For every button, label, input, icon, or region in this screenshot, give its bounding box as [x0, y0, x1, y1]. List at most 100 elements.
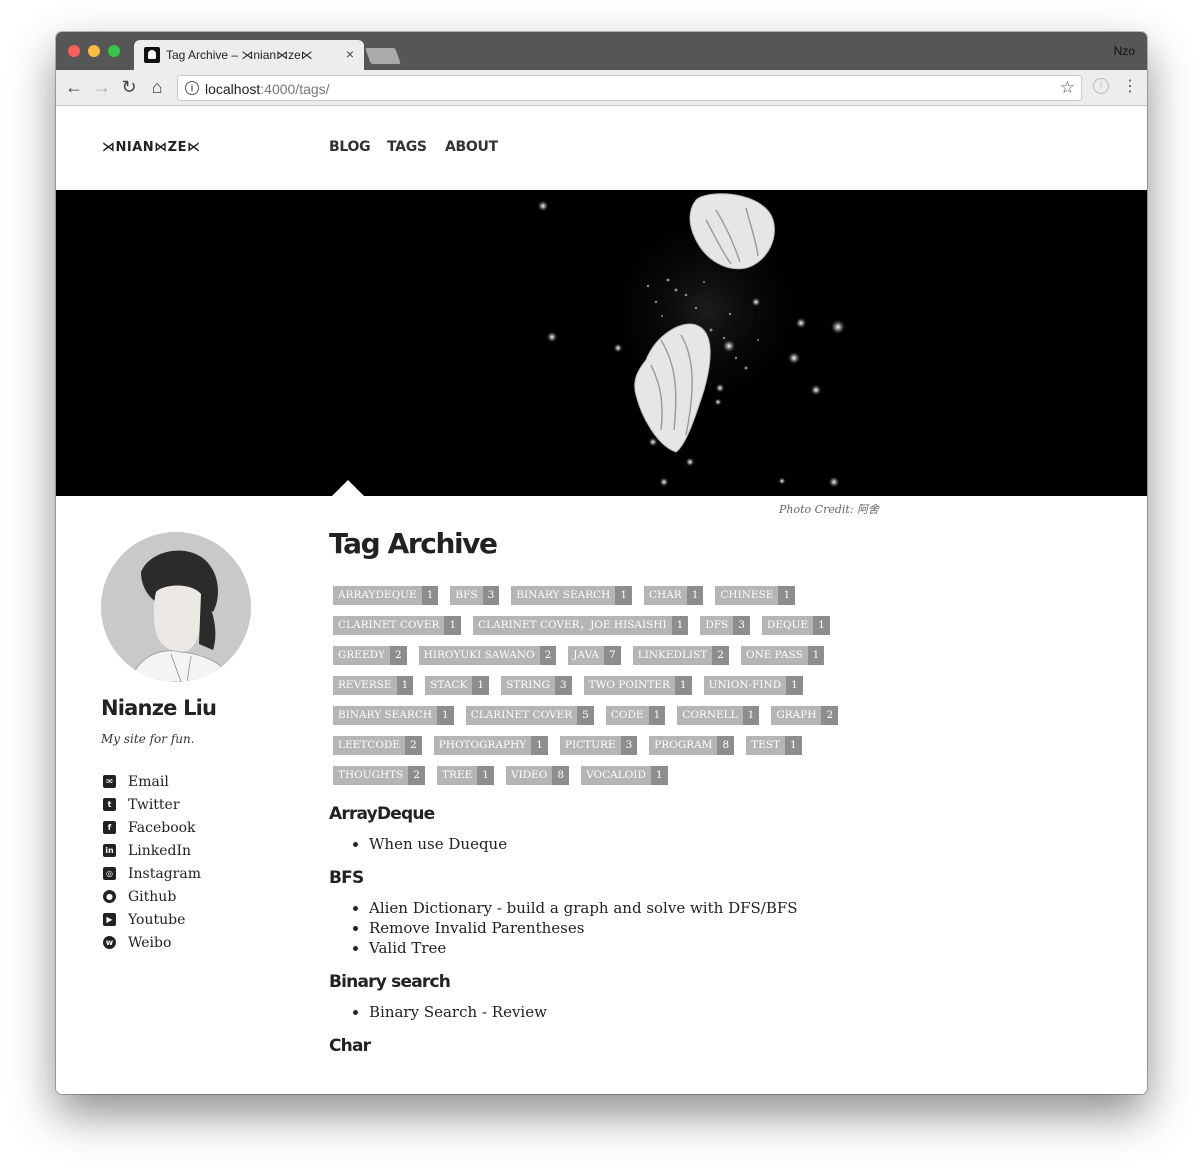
tag-link[interactable]: Greedy 2: [333, 646, 407, 665]
tag-link[interactable]: leetcode 2: [333, 736, 422, 755]
info-icon[interactable]: i: [185, 81, 199, 95]
nav-blog-link[interactable]: BLOG: [329, 139, 371, 155]
extension-icon[interactable]: i: [1093, 78, 1109, 94]
tag-link[interactable]: Java 7: [568, 646, 621, 665]
site-title-link[interactable]: ⋊NIAN⋈ZE⋉: [102, 140, 200, 155]
social-link-linkedin[interactable]: in LinkedIn: [103, 839, 201, 862]
tag-count-badge: 8: [552, 766, 570, 785]
tag-link[interactable]: Clarinet cover，Joe Hisaishi 1: [473, 616, 689, 635]
url-text[interactable]: localhost:4000/tags/: [205, 81, 330, 97]
tag-link[interactable]: thoughts 2: [333, 766, 426, 785]
close-tab-icon[interactable]: ×: [346, 46, 354, 62]
tag-link[interactable]: ArrayDeque 1: [333, 586, 439, 605]
address-bar[interactable]: i localhost:4000/tags/ ☆: [177, 75, 1082, 101]
hero-notch: [332, 480, 364, 496]
social-link-instagram[interactable]: ◎ Instagram: [103, 862, 201, 885]
tag-count-badge: 1: [396, 676, 414, 695]
favicon-icon: [144, 47, 160, 63]
tag-link[interactable]: One pass 1: [740, 646, 825, 665]
author-name: Nianze Liu: [101, 696, 217, 720]
social-link-email[interactable]: ✉ Email: [103, 770, 201, 793]
tag-count-badge: 2: [408, 766, 426, 785]
nav-about-link[interactable]: ABOUT: [445, 139, 498, 155]
menu-icon[interactable]: ⋮: [1122, 77, 1138, 97]
tag-link[interactable]: vocaloid 1: [581, 766, 668, 785]
tag-link[interactable]: Clarinet cover 1: [333, 616, 462, 635]
tag-link[interactable]: BFS 3: [450, 586, 500, 605]
tag-link[interactable]: picture 3: [559, 736, 638, 755]
post-link[interactable]: Remove Invalid Parentheses: [369, 918, 889, 938]
tag-name: ArrayDeque: [333, 586, 422, 605]
tag-count-badge: 1: [421, 586, 439, 605]
tag-link[interactable]: Union-Find 1: [703, 676, 803, 695]
social-links: ✉ Email t Twitter f Facebook in LinkedIn ◎ In…: [103, 770, 201, 954]
tag-name: Clarinet cover，Joe Hisaishi: [473, 616, 672, 635]
tag-count-badge: 1: [477, 766, 494, 785]
post-link[interactable]: Alien Dictionary - build a graph and sol…: [369, 898, 889, 918]
tag-name: binary search: [333, 706, 438, 725]
profile-name[interactable]: Nzo: [1114, 44, 1135, 58]
tag-count-badge: 8: [717, 736, 735, 755]
tag-link[interactable]: Two Pointer 1: [583, 676, 692, 695]
tag-name: Reverse: [333, 676, 397, 695]
tag-count-badge: 1: [615, 586, 632, 605]
social-link-github[interactable]: ● Github: [103, 885, 201, 908]
post-list: Binary Search - Review: [369, 1002, 889, 1022]
tab-title: Tag Archive – ⋊nian⋈ze⋉: [166, 48, 313, 62]
zoom-window-button[interactable]: [108, 45, 120, 57]
tag-name: test: [746, 736, 786, 755]
tag-link[interactable]: String 3: [501, 676, 572, 695]
social-link-youtube[interactable]: ▶ Youtube: [103, 908, 201, 931]
minimize-window-button[interactable]: [88, 45, 100, 57]
tag-name: String: [501, 676, 555, 695]
tag-link[interactable]: graph 2: [771, 706, 839, 725]
tag-link[interactable]: LinkedList 2: [632, 646, 729, 665]
home-icon[interactable]: ⌂: [146, 76, 168, 98]
tag-link[interactable]: photography 1: [433, 736, 548, 755]
post-link[interactable]: When use Dueque: [369, 834, 889, 854]
new-tab-button[interactable]: [365, 48, 401, 64]
section-heading: ArrayDeque: [329, 804, 435, 824]
tag-link[interactable]: Char 1: [644, 586, 704, 605]
tag-name: thoughts: [333, 766, 409, 785]
forward-arrow-icon[interactable]: →: [91, 76, 113, 98]
tag-name: DFS: [700, 616, 734, 635]
star-icon[interactable]: ☆: [1060, 78, 1075, 98]
tag-link[interactable]: program 8: [649, 736, 735, 755]
tag-link[interactable]: Deque 1: [761, 616, 830, 635]
author-bio: My site for fun.: [101, 732, 195, 746]
back-arrow-icon[interactable]: ←: [63, 76, 85, 98]
tag-count-badge: 1: [742, 706, 760, 725]
tag-link[interactable]: Stack 1: [425, 676, 490, 695]
tag-link[interactable]: Chinese 1: [715, 586, 796, 605]
post-link[interactable]: Binary Search - Review: [369, 1002, 889, 1022]
tag-link[interactable]: DFS 3: [700, 616, 750, 635]
reload-icon[interactable]: ↻: [118, 76, 140, 98]
tag-link[interactable]: Reverse 1: [333, 676, 414, 695]
tag-cloud: ArrayDeque 1 BFS 3 Binary search 1 Char 1 Chines…: [329, 586, 869, 796]
tag-link[interactable]: Binary search 1: [511, 586, 632, 605]
social-link-weibo[interactable]: w Weibo: [103, 931, 201, 954]
tag-count-badge: 1: [686, 586, 704, 605]
tag-link[interactable]: Hiroyuki Sawano 2: [418, 646, 557, 665]
instagram-icon: ◎: [103, 867, 116, 880]
envelope-icon: ✉: [103, 775, 116, 788]
tag-link[interactable]: test 1: [746, 736, 802, 755]
close-window-button[interactable]: [68, 45, 80, 57]
facebook-icon: f: [103, 821, 116, 834]
post-link[interactable]: Valid Tree: [369, 938, 889, 958]
browser-toolbar: ← → ↻ ⌂ i localhost:4000/tags/ ☆ i ⋮: [56, 70, 1147, 106]
tag-link[interactable]: code 1: [605, 706, 666, 725]
nav-tags-link[interactable]: TAGS: [387, 139, 427, 155]
page-title: Tag Archive: [329, 527, 498, 560]
tag-link[interactable]: tree 1: [437, 766, 494, 785]
tag-link[interactable]: binary search 1: [333, 706, 454, 725]
tag-link[interactable]: video 8: [505, 766, 570, 785]
social-link-twitter[interactable]: t Twitter: [103, 793, 201, 816]
hero-image: [56, 190, 1147, 496]
tag-link[interactable]: clarinet cover 5: [465, 706, 594, 725]
tag-count-badge: 2: [405, 736, 422, 755]
browser-tab[interactable]: Tag Archive – ⋊nian⋈ze⋉ ×: [134, 40, 364, 70]
tag-link[interactable]: cornell 1: [677, 706, 760, 725]
social-link-facebook[interactable]: f Facebook: [103, 816, 201, 839]
